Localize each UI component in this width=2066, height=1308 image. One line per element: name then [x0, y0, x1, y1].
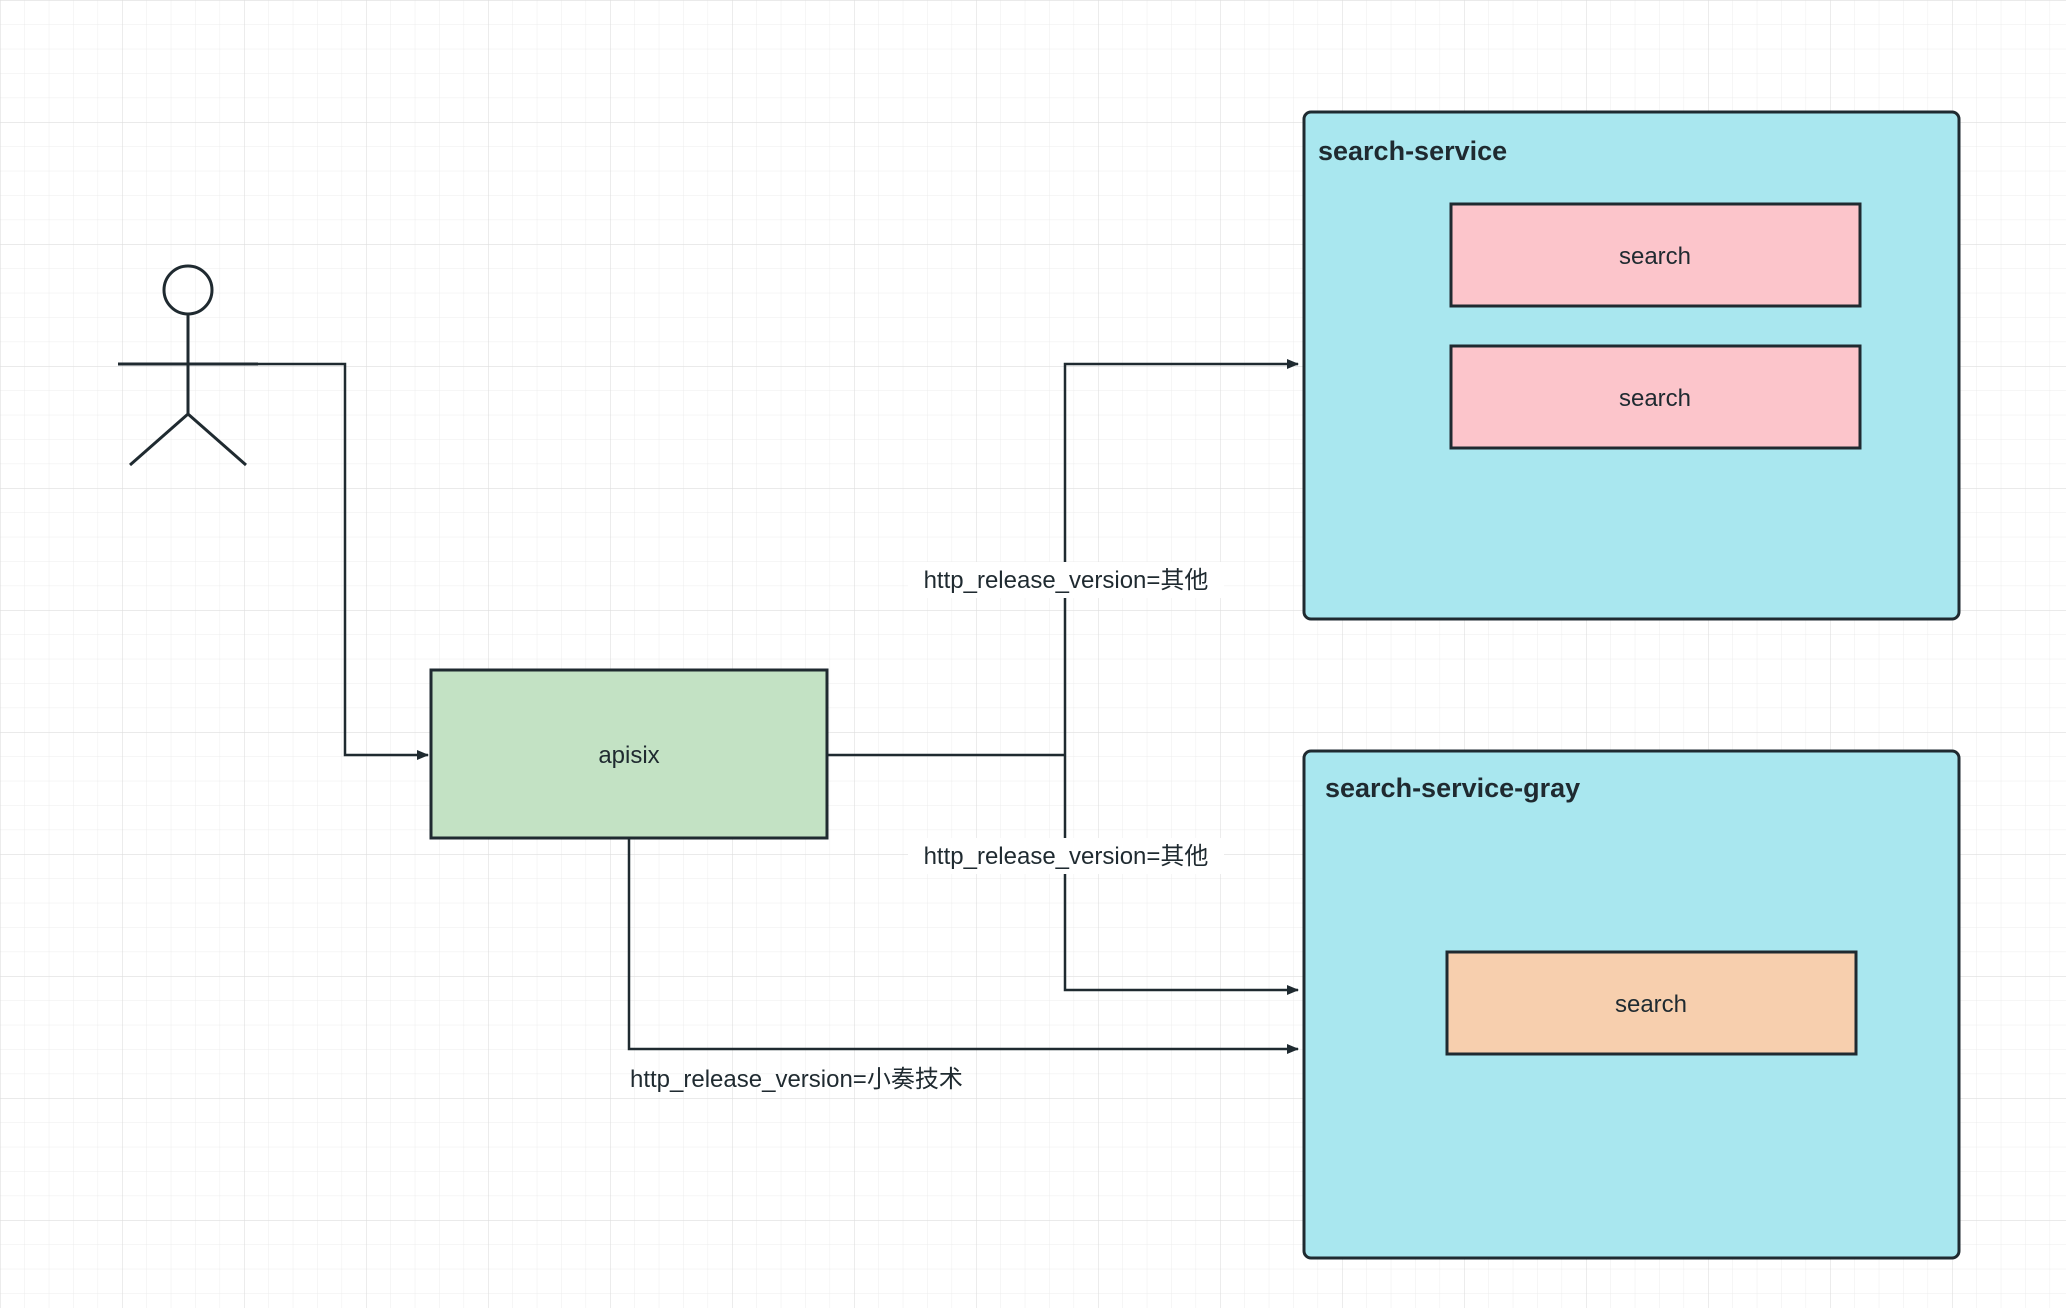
search-instance-2-label: search [1619, 385, 1691, 412]
search-service-gray-title: search-service-gray [1325, 773, 1580, 803]
search-instance-2[interactable]: search [1449, 344, 1862, 450]
edge-label-gray-branch: http_release_version=其他 [924, 843, 1209, 870]
edge-label-gray-bottom: http_release_version=小奏技术 [630, 1066, 963, 1093]
search-gray-instance-label: search [1615, 991, 1687, 1018]
edge-label-search-service: http_release_version=其他 [924, 567, 1209, 594]
search-instance-1-label: search [1619, 243, 1691, 270]
diagram-canvas: apisix http_release_version=其他 http_rele… [0, 0, 2066, 1308]
apisix-label: apisix [598, 742, 659, 769]
search-service-title: search-service [1318, 136, 1507, 166]
apisix-node[interactable]: apisix [429, 668, 829, 840]
search-gray-instance[interactable]: search [1445, 950, 1858, 1056]
search-instance-1[interactable]: search [1449, 202, 1862, 308]
